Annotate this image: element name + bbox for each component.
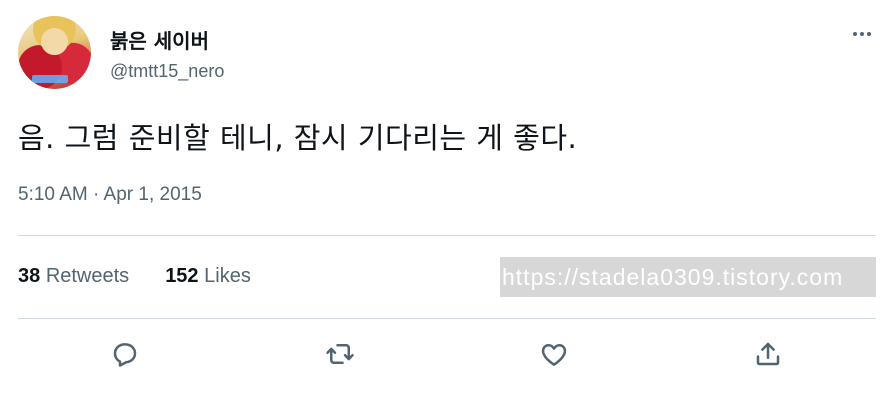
- likes-label: Likes: [204, 265, 251, 287]
- retweets-count: 38: [18, 265, 41, 287]
- likes-count: 152: [165, 265, 199, 287]
- more-dot: [860, 32, 864, 36]
- action-bar: [0, 334, 894, 374]
- more-dot: [867, 32, 871, 36]
- reply-icon[interactable]: [105, 334, 145, 374]
- divider: [18, 235, 876, 236]
- likes-stat[interactable]: 152 Likes: [165, 265, 251, 288]
- avatar[interactable]: [18, 16, 91, 89]
- more-dot: [853, 32, 857, 36]
- tweet-stats: 38 Retweets 152 Likes: [18, 265, 251, 288]
- like-icon[interactable]: [534, 334, 574, 374]
- user-handle[interactable]: @tmtt15_nero: [110, 61, 224, 82]
- watermark-overlay: https://stadela0309.tistory.com: [500, 257, 876, 297]
- more-icon[interactable]: [848, 22, 876, 46]
- divider: [18, 318, 876, 319]
- avatar-decoration: [32, 75, 68, 83]
- retweets-stat[interactable]: 38 Retweets: [18, 265, 129, 288]
- tweet-timestamp[interactable]: 5:10 AM · Apr 1, 2015: [18, 184, 202, 206]
- share-icon[interactable]: [748, 334, 788, 374]
- retweet-icon[interactable]: [320, 334, 360, 374]
- retweets-label: Retweets: [45, 265, 130, 287]
- tweet-text: 음. 그럼 준비할 테니, 잠시 기다리는 게 좋다.: [18, 121, 578, 155]
- display-name[interactable]: 붉은 세이버: [110, 25, 209, 54]
